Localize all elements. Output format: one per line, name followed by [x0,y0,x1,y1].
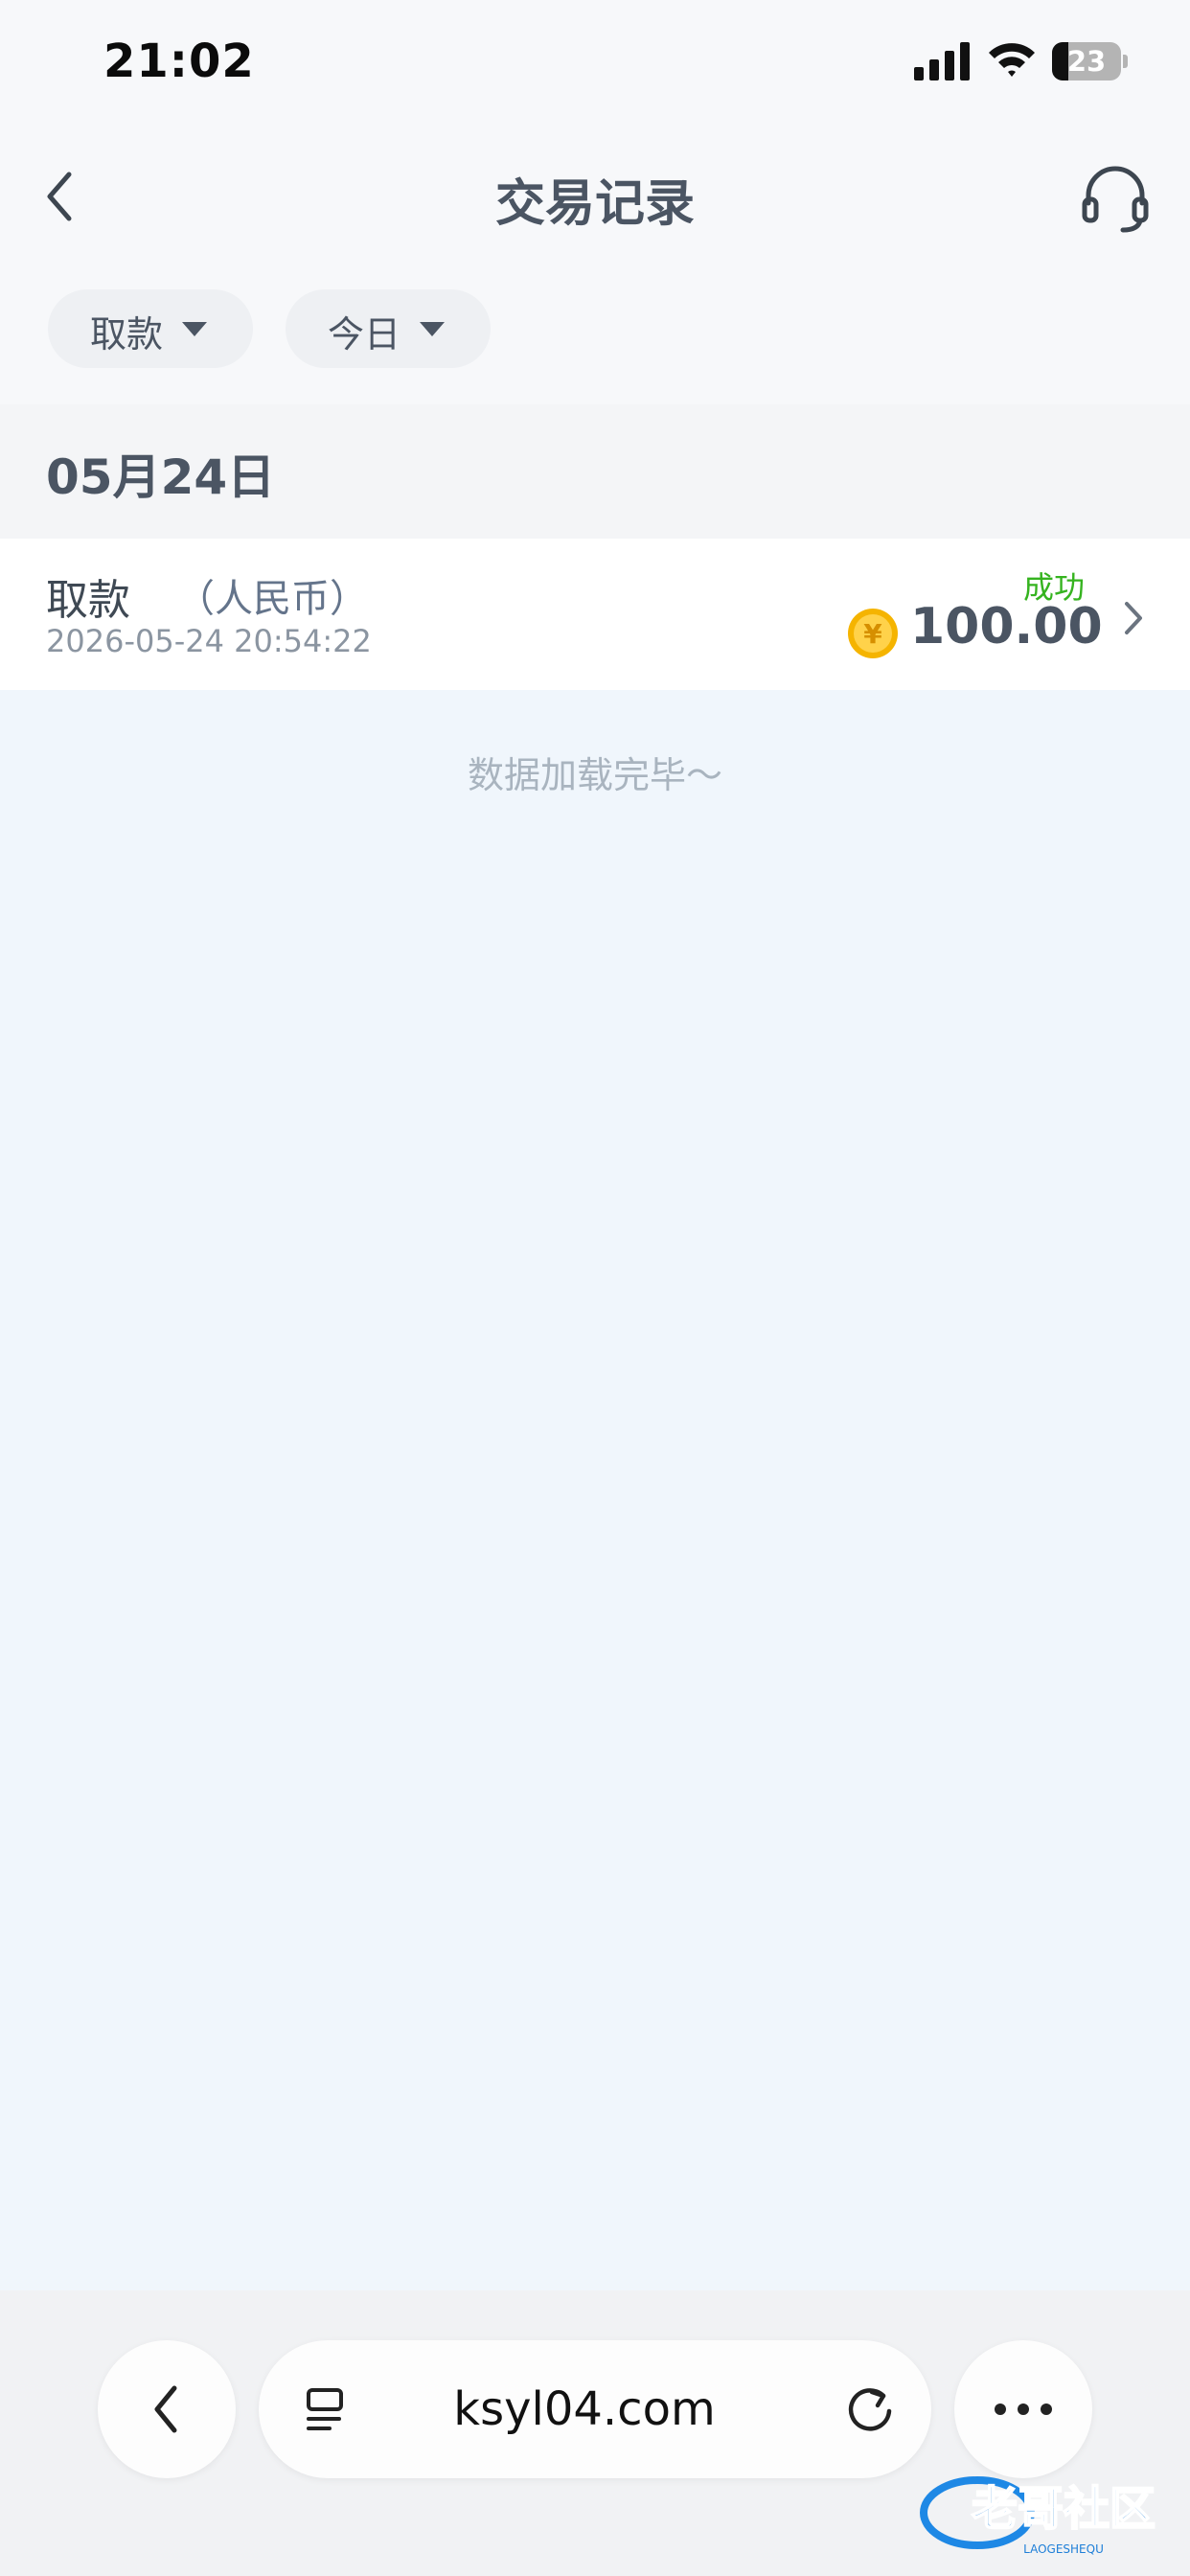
transaction-datetime: 2026-05-24 20:54:22 [46,623,372,659]
yuan-coin-icon: ¥ [848,609,898,658]
transaction-amount: 100.00 [910,598,1103,656]
svg-text:¥: ¥ [863,618,882,650]
customer-service-headset-icon[interactable] [1077,161,1154,238]
filter-date-dropdown[interactable]: 今日 [286,289,491,368]
dropdown-caret-icon [182,322,207,336]
url-text[interactable]: ksyl04.com [364,2382,805,2436]
battery-level: 23 [1066,45,1107,78]
cellular-signal-icon [914,42,970,80]
section-date: 05月24日 [46,449,276,505]
back-arrow-icon [154,2385,177,2433]
filter-type-label: 取款 [90,313,164,356]
status-time: 21:02 [103,34,255,88]
watermark-logo: 老哥社区 LAOGESHEQU [920,2476,1156,2556]
transaction-type: 取款 [46,576,130,625]
chevron-right-icon[interactable] [1117,594,1150,642]
wifi-icon [989,43,1035,77]
transaction-currency: （人民币） [176,577,368,621]
browser-back-button[interactable] [98,2340,236,2478]
svg-text:老哥社区: 老哥社区 [972,2482,1156,2536]
filter-type-dropdown[interactable]: 取款 [48,289,253,368]
battery-icon: 23 [1052,42,1129,80]
reload-icon[interactable] [845,2382,899,2436]
address-bar[interactable]: ksyl04.com [259,2340,931,2478]
more-options-button[interactable] [954,2340,1092,2478]
dropdown-caret-icon [420,322,445,336]
tabs-icon[interactable] [301,2384,351,2434]
more-dots-icon [995,2404,1052,2415]
svg-text:LAOGESHEQU: LAOGESHEQU [1023,2542,1104,2556]
page-title: 交易记录 [494,175,695,233]
list-end-message: 数据加载完毕～ [467,754,722,796]
filter-date-label: 今日 [328,313,401,356]
